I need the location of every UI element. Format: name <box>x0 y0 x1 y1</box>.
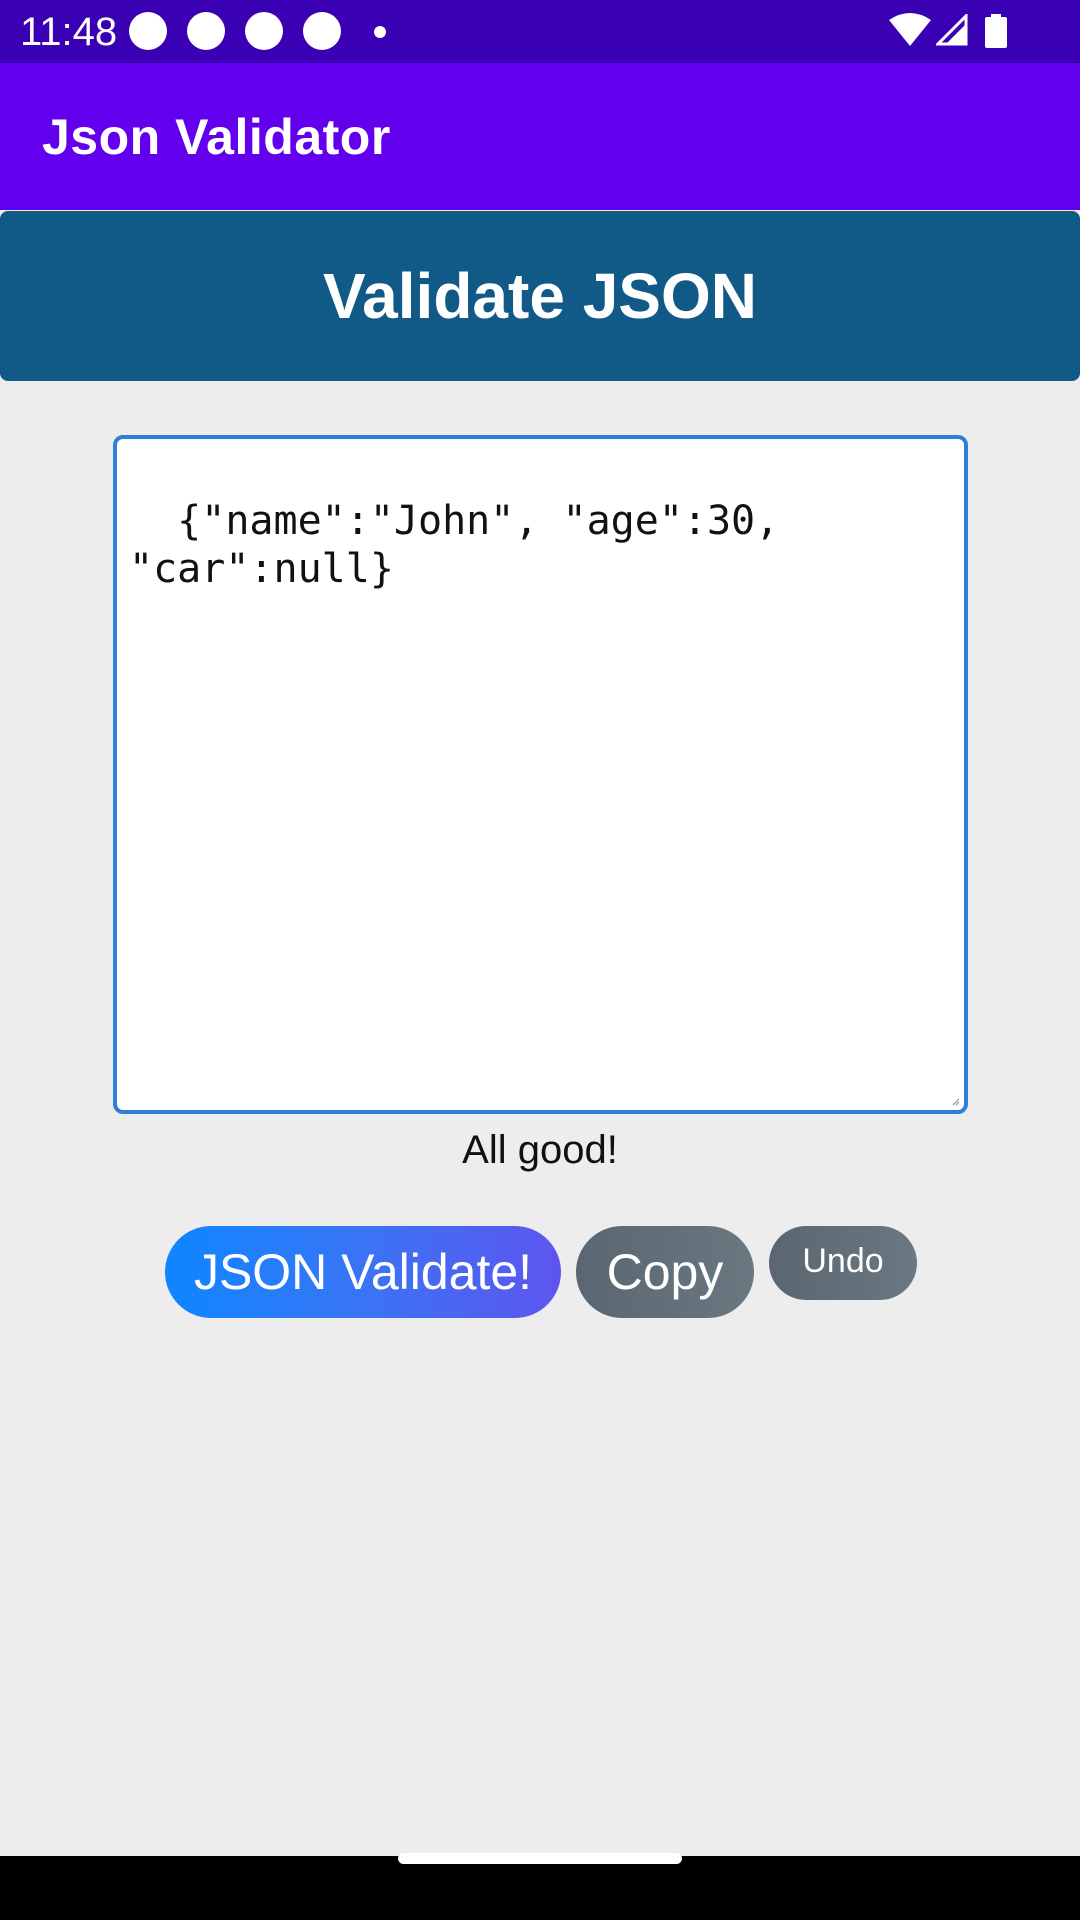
battery-icon <box>985 14 1007 48</box>
copy-button[interactable]: Copy <box>576 1226 754 1318</box>
json-input[interactable]: {"name":"John", "age":30, "car":null} <box>113 435 968 1114</box>
page-title: Validate JSON <box>323 260 757 332</box>
app-title: Json Validator <box>42 109 391 165</box>
app-bar: Json Validator <box>0 63 1080 210</box>
status-bar: 11:48 <box>0 0 1080 63</box>
json-validate-button[interactable]: JSON Validate! <box>165 1226 561 1318</box>
validation-message: All good! <box>462 1128 618 1172</box>
signal-icon <box>936 14 968 46</box>
resize-grip-icon[interactable] <box>950 1096 960 1106</box>
wifi-icon <box>889 13 931 46</box>
notification-icon <box>245 12 283 50</box>
home-handle[interactable] <box>398 1853 682 1864</box>
notification-icon <box>187 12 225 50</box>
notification-icon <box>129 12 167 50</box>
more-notifications-dot <box>374 26 386 38</box>
json-input-text: {"name":"John", "age":30, "car":null} <box>129 498 804 592</box>
undo-button[interactable]: Undo <box>769 1226 917 1300</box>
notification-icon <box>303 12 341 50</box>
header-banner: Validate JSON <box>0 211 1080 381</box>
navigation-bar <box>0 1853 1080 1920</box>
status-time: 11:48 <box>20 10 118 54</box>
